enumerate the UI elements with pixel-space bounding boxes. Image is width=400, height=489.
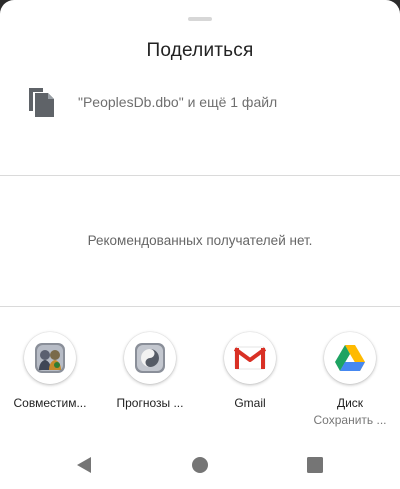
drag-handle[interactable] <box>188 17 212 21</box>
system-navigation-bar <box>0 438 400 489</box>
share-target-drive[interactable]: Диск Сохранить ... <box>300 332 400 432</box>
google-drive-icon <box>324 332 376 384</box>
shared-files-row: "PeoplesDb.dbo" и ещё 1 файл <box>26 85 386 119</box>
divider-bottom <box>0 306 400 307</box>
recents-square-icon[interactable] <box>302 452 328 478</box>
gmail-icon <box>224 332 276 384</box>
home-circle-icon[interactable] <box>187 452 213 478</box>
compat-app-icon <box>24 332 76 384</box>
share-target-gmail[interactable]: Gmail <box>200 332 300 432</box>
app-label: Совместим... <box>13 396 87 410</box>
app-sublabel: Сохранить ... <box>313 413 387 427</box>
forecast-app-icon <box>124 332 176 384</box>
share-title: Поделиться <box>146 40 254 61</box>
copy-files-icon <box>29 88 54 117</box>
app-label: Прогнозы ... <box>116 396 184 410</box>
app-label: Gmail <box>234 396 266 410</box>
back-triangle-icon[interactable] <box>71 452 97 478</box>
shared-files-text: "PeoplesDb.dbo" и ещё 1 файл <box>78 94 278 110</box>
no-recipients-text: Рекомендованных получателей нет. <box>87 233 313 248</box>
app-label: Диск <box>336 396 364 410</box>
divider-top <box>0 175 400 176</box>
share-target-compat[interactable]: Совместим... <box>0 332 100 432</box>
share-sheet: Поделиться "PeoplesDb.dbo" и ещё 1 файл … <box>0 0 400 489</box>
share-target-forecast[interactable]: Прогнозы ... <box>100 332 200 432</box>
